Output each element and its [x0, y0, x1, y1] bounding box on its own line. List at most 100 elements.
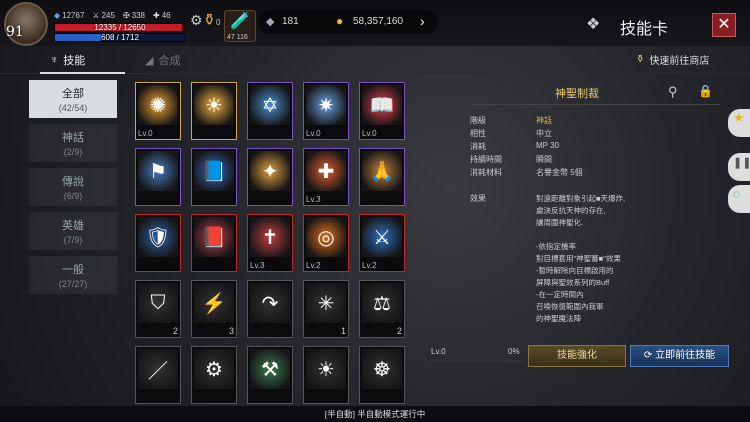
tab-craft[interactable]: ◢ 合成 — [145, 52, 180, 68]
skill-card[interactable]: ⚔ Lv.2 — [359, 214, 405, 272]
skill-card-level: Lv.0 — [362, 129, 377, 138]
skill-detail-title: 神聖制裁 — [555, 88, 599, 100]
tab-bar: ♆ 技能 ◢ 合成 ⚱ 快速前往商店 — [0, 48, 750, 74]
top-status-bar: 91 ◆ 12767 ⚔ 245 ✠ 338 ✚ 46 12335 / 12650 60… — [0, 0, 750, 46]
skill-card-icon: 📖 — [362, 85, 402, 125]
side-ring-button[interactable]: ◌ — [728, 185, 750, 213]
effect-label: 效果 — [470, 194, 486, 203]
skill-card-count: 3 — [228, 326, 234, 336]
attr-value: 神話 — [536, 116, 552, 125]
skill-card-icon: 🙏 — [362, 151, 402, 191]
stat-defense: ✠ 338 — [122, 11, 145, 20]
attr-value: 瞬間 — [536, 155, 552, 164]
skill-level: Lv.0 — [431, 347, 446, 356]
skill-card[interactable]: ⚒ — [247, 346, 293, 404]
search-icon[interactable]: ⚲ — [668, 84, 678, 100]
stat-power: ◆ 12767 — [54, 11, 85, 20]
upgrade-skill-button[interactable]: 技能強化 — [528, 345, 626, 367]
attr-key: 消耗材料 — [470, 168, 502, 177]
skill-card-icon: ↷ — [250, 283, 290, 323]
star-icon: ★ — [733, 110, 745, 125]
skill-card[interactable]: ☸ — [359, 346, 405, 404]
skill-card-level: Lv.2 — [362, 261, 377, 270]
skill-card[interactable]: ◎ Lv.2 — [303, 214, 349, 272]
gold-count: 58,357,160 — [353, 16, 404, 27]
skill-link-icon: ⟳ — [643, 350, 653, 361]
skill-card[interactable]: 📕 — [191, 214, 237, 272]
attr-value: MP 30 — [536, 141, 559, 150]
skill-card[interactable]: ✝ Lv.3 — [247, 214, 293, 272]
category-normal[interactable]: 一般 (27/27) — [29, 256, 117, 294]
buff-icons[interactable]: ⚙⚱0 — [190, 10, 220, 30]
skill-card[interactable]: ⚙ — [191, 346, 237, 404]
potion-slot[interactable]: 🧪 47 116 — [224, 10, 256, 42]
skill-card-icon: ✡ — [250, 85, 290, 125]
skill-card-icon: ◎ — [306, 217, 346, 257]
skill-card[interactable]: ✚ Lv.3 — [303, 148, 349, 206]
stat-speed: ✚ 46 — [153, 11, 171, 20]
skill-card[interactable]: ⚖ 2 — [359, 280, 405, 338]
category-legend[interactable]: 傳說 (6/9) — [29, 168, 117, 206]
shop-shortcut-button[interactable]: ⚱ 快速前往商店 — [636, 52, 709, 67]
attr-value: 名譽金幣 5個 — [536, 168, 583, 177]
currency-expand-icon[interactable]: › — [420, 13, 425, 29]
category-list: 全部 (42/54) 神話 (2/9) 傳說 (6/9) 英雄 (7/9) 一般 (27/… — [29, 80, 117, 300]
skill-card[interactable]: ⚡ 3 — [191, 280, 237, 338]
category-myth[interactable]: 神話 (2/9) — [29, 124, 117, 162]
skill-card-icon: 📕 — [194, 217, 234, 257]
skill-card-icon: ⚙ — [194, 349, 234, 389]
attr-key: 消耗 — [470, 142, 486, 151]
skill-card-icon: ✝ — [250, 217, 290, 257]
skill-card[interactable]: 📖 Lv.0 — [359, 82, 405, 140]
attr-key: 持續時間 — [470, 155, 502, 164]
skill-card-icon: ✚ — [306, 151, 346, 191]
skill-card-icon: ⚡ — [194, 283, 234, 323]
close-button[interactable]: ✕ — [712, 13, 736, 37]
skill-card-icon: ⚔ — [362, 217, 402, 257]
category-hero[interactable]: 英雄 (7/9) — [29, 212, 117, 250]
ring-icon: ◌ — [733, 187, 741, 201]
skill-card[interactable]: ✺ Lv.0 — [135, 82, 181, 140]
skill-card-level: Lv.2 — [306, 261, 321, 270]
skill-card[interactable]: ／ — [135, 346, 181, 404]
tab-skills[interactable]: ♆ 技能 — [50, 52, 85, 68]
skill-card-icon: ✺ — [138, 85, 178, 125]
skill-card-count: 2 — [172, 326, 178, 336]
auto-mode-status: [半自動] 半自動模式運行中 — [0, 406, 750, 422]
pause-icon: ❚❚ — [733, 157, 750, 169]
crystal-icon: ◆ — [266, 16, 275, 28]
skill-card-icon: ☀ — [306, 349, 346, 389]
side-favorite-button[interactable]: ★ — [728, 109, 750, 137]
skill-card[interactable]: 🛡 — [135, 214, 181, 272]
skill-card-icon: 🛡 — [138, 217, 178, 257]
side-pause-button[interactable]: ❚❚ — [728, 153, 750, 181]
category-all[interactable]: 全部 (42/54) — [29, 80, 117, 118]
skill-card[interactable]: ✳ 1 — [303, 280, 349, 338]
skill-card-count: 2 — [396, 326, 402, 336]
skill-card[interactable]: ☀ — [303, 346, 349, 404]
lock-icon[interactable]: 🔒 — [698, 84, 713, 98]
page-title: 技能卡 — [620, 21, 669, 38]
skill-card-icon: ⚒ — [250, 349, 290, 389]
attr-key: 階級 — [470, 116, 486, 125]
skill-card[interactable]: ↷ — [247, 280, 293, 338]
skill-card[interactable]: ⚑ — [135, 148, 181, 206]
skill-card[interactable]: ⛉ 2 — [135, 280, 181, 338]
skill-card[interactable]: ✡ — [247, 82, 293, 140]
go-to-skill-button[interactable]: ⟳ 立即前往技能 — [630, 345, 729, 367]
crystal-count: 181 — [282, 16, 299, 27]
gold-pouch-icon: ⚱ — [202, 12, 216, 29]
skill-card[interactable]: ✦ — [247, 148, 293, 206]
skill-card-icon: ⚑ — [138, 151, 178, 191]
skill-card[interactable]: 📘 — [191, 148, 237, 206]
skill-card-icon: ☸ — [362, 349, 402, 389]
hp-bar: 12335 / 12650 — [54, 23, 186, 32]
skill-card[interactable]: 🙏 — [359, 148, 405, 206]
skill-card[interactable]: ✷ Lv.0 — [303, 82, 349, 140]
skills-tab-icon: ♆ — [50, 54, 59, 66]
attr-value: 中立 — [536, 129, 552, 138]
upgrade-progress-bar — [430, 360, 524, 362]
skill-card[interactable]: ☀ — [191, 82, 237, 140]
skill-card-icon: ／ — [138, 349, 178, 389]
detail-divider — [470, 104, 720, 105]
